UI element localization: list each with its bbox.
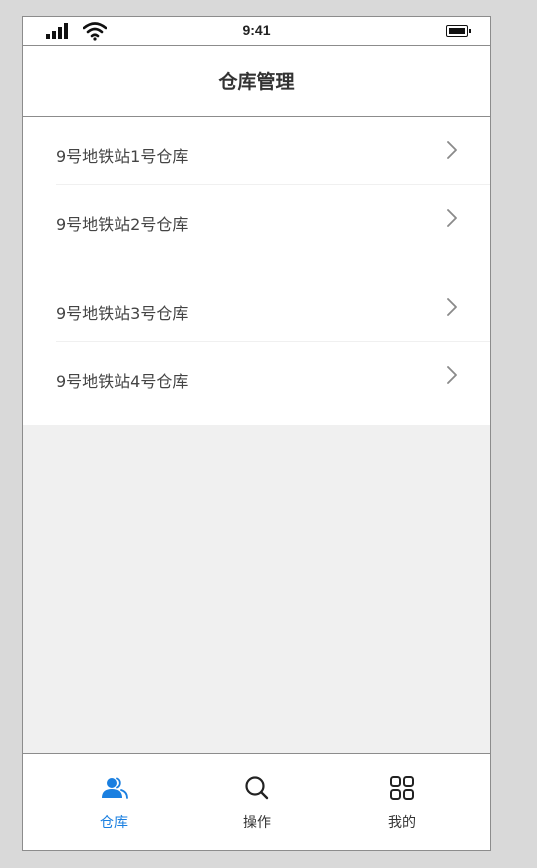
chevron-right-icon	[447, 141, 457, 159]
battery-icon	[446, 25, 471, 37]
chevron-right-icon	[447, 298, 457, 316]
nav-bar: 仓库管理	[23, 45, 490, 117]
tab-label: 仓库	[100, 815, 128, 831]
warehouse-list-group-1: 9号地铁站1号仓库 9号地铁站2号仓库	[23, 117, 490, 257]
grid-icon	[390, 776, 414, 800]
warehouse-label: 9号地铁站4号仓库	[56, 372, 189, 391]
search-icon	[245, 776, 269, 800]
warehouse-row-1[interactable]: 9号地铁站1号仓库	[23, 117, 490, 185]
tab-label: 我的	[388, 815, 416, 831]
warehouse-label: 9号地铁站2号仓库	[56, 215, 189, 234]
warehouse-row-3[interactable]: 9号地铁站3号仓库	[23, 274, 490, 342]
warehouse-row-4[interactable]: 9号地铁站4号仓库	[23, 342, 490, 410]
chevron-right-icon	[447, 209, 457, 227]
tab-mine[interactable]: 我的	[352, 754, 452, 850]
phone-frame: 9:41 仓库管理 9号地铁站1号仓库 9号地铁站2号仓库 9号地铁站3号仓库	[22, 16, 491, 851]
tab-warehouse[interactable]: 仓库	[64, 754, 164, 850]
warehouse-label: 9号地铁站1号仓库	[56, 147, 189, 166]
tab-operation[interactable]: 操作	[207, 754, 307, 850]
status-time: 9:41	[242, 22, 271, 38]
warehouse-row-2[interactable]: 9号地铁站2号仓库	[23, 185, 490, 253]
warehouse-label: 9号地铁站3号仓库	[56, 304, 189, 323]
chevron-right-icon	[447, 366, 457, 384]
tab-label: 操作	[243, 815, 271, 831]
warehouse-list-group-2: 9号地铁站3号仓库 9号地铁站4号仓库	[23, 257, 490, 425]
page-title: 仓库管理	[218, 71, 295, 93]
status-bar: 9:41	[23, 17, 490, 45]
users-icon	[102, 777, 128, 799]
tab-bar: 仓库 操作 我的	[23, 753, 490, 850]
